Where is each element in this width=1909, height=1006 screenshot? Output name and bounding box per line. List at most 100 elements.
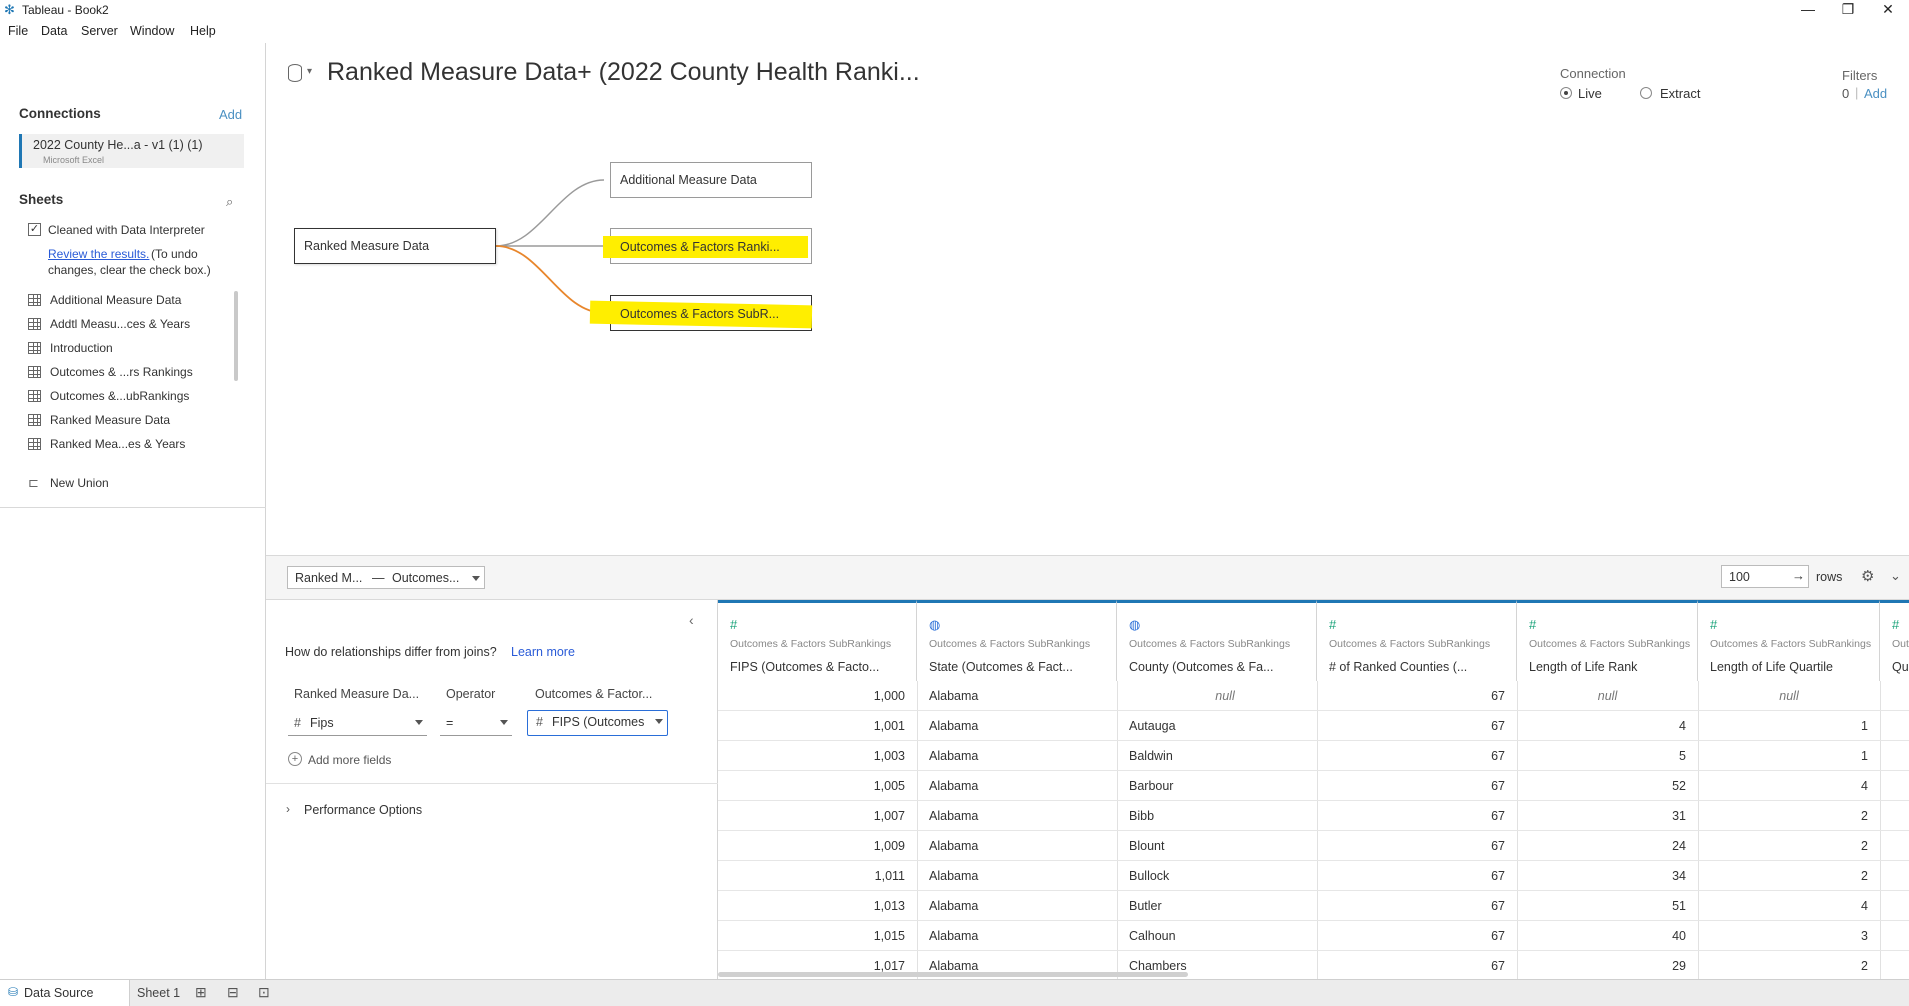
table-cell[interactable]: 67 [1317, 749, 1505, 763]
column-header[interactable]: # Outcomes & Factors SubRankings # of Ra… [1317, 600, 1517, 681]
operator-dropdown[interactable]: = [440, 712, 512, 736]
table-cell[interactable]: 5 [1517, 749, 1686, 763]
table-cell[interactable]: 67 [1317, 689, 1505, 703]
table-cell[interactable]: 67 [1317, 839, 1505, 853]
table-cell[interactable]: 4 [1698, 779, 1868, 793]
table-cell[interactable]: 67 [1317, 899, 1505, 913]
right-table-header: Outcomes & Factor... [535, 687, 653, 701]
table-cell[interactable]: 3 [1698, 929, 1868, 943]
table-cell[interactable]: 1,005 [718, 779, 905, 793]
table-cell[interactable]: Baldwin [1129, 749, 1173, 763]
new-story-icon[interactable]: ⊡ [258, 984, 270, 1001]
table-cell[interactable]: Alabama [929, 689, 978, 703]
chevron-right-icon[interactable]: › [286, 802, 290, 816]
table-cell[interactable]: 67 [1317, 929, 1505, 943]
number-icon: # [1529, 617, 1537, 632]
table-cell[interactable]: 1,009 [718, 839, 905, 853]
table-cell[interactable]: Alabama [929, 809, 978, 823]
table-cell[interactable]: Alabama [929, 839, 978, 853]
table-cell[interactable]: 1,011 [718, 869, 905, 883]
table-cell[interactable]: 29 [1517, 959, 1686, 973]
table-cell[interactable]: 24 [1517, 839, 1686, 853]
table-row: 1,000 Alabama null 67 null null [718, 681, 1909, 711]
left-field-dropdown[interactable]: # Fips [288, 712, 427, 736]
tab-data-source[interactable]: ⛁ Data Source [0, 980, 130, 1006]
table-cell[interactable]: 34 [1517, 869, 1686, 883]
relation-line-additional [495, 179, 605, 247]
column-header[interactable]: ◍ Outcomes & Factors SubRankings State (… [917, 600, 1117, 681]
column-header[interactable]: # Outcomes & Factors SubRankings Length … [1517, 600, 1698, 681]
horizontal-scrollbar[interactable] [718, 972, 1188, 977]
table-cell[interactable]: 67 [1317, 959, 1505, 973]
table-cell[interactable]: 51 [1517, 899, 1686, 913]
table-cell[interactable]: 2 [1698, 809, 1868, 823]
table-cell[interactable]: 2 [1698, 839, 1868, 853]
table-cell[interactable]: 4 [1517, 719, 1686, 733]
table-cell[interactable]: null [1517, 689, 1698, 703]
new-dashboard-icon[interactable]: ⊟ [227, 984, 239, 1001]
column-header[interactable]: ◍ Outcomes & Factors SubRankings County … [1117, 600, 1317, 681]
rows-input[interactable]: 100 → [1721, 565, 1809, 588]
add-circle-icon[interactable]: + [288, 752, 302, 766]
table-cell[interactable]: Alabama [929, 749, 978, 763]
table-cell[interactable]: Alabama [929, 869, 978, 883]
table-cell[interactable]: Bibb [1129, 809, 1154, 823]
table-cell[interactable]: 1,017 [718, 959, 905, 973]
table-cell[interactable]: Alabama [929, 959, 978, 973]
table-cell[interactable]: 40 [1517, 929, 1686, 943]
column-header[interactable]: # Out Qu [1880, 600, 1909, 681]
table-cell[interactable]: Alabama [929, 929, 978, 943]
table-cell[interactable]: 2 [1698, 959, 1868, 973]
table-cell[interactable]: Alabama [929, 719, 978, 733]
right-field-dropdown[interactable]: # FIPS (Outcomes [527, 710, 668, 736]
arrow-right-icon[interactable]: → [1792, 568, 1805, 583]
data-grid-toolbar [266, 555, 1909, 600]
gear-icon[interactable]: ⚙ [1861, 567, 1874, 585]
table-cell[interactable]: 67 [1317, 779, 1505, 793]
table-cell[interactable]: 31 [1517, 809, 1686, 823]
relationship-lines [495, 179, 605, 314]
primary-table-node[interactable]: Ranked Measure Data [294, 228, 496, 264]
table-cell[interactable]: 1,000 [718, 689, 905, 703]
table-cell[interactable]: Alabama [929, 899, 978, 913]
table-cell[interactable]: 1,007 [718, 809, 905, 823]
learn-more-link[interactable]: Learn more [511, 645, 575, 659]
table-cell[interactable]: 67 [1317, 719, 1505, 733]
table-cell[interactable]: 4 [1698, 899, 1868, 913]
operator-value: = [446, 716, 454, 730]
table-cell[interactable]: 67 [1317, 869, 1505, 883]
new-worksheet-icon[interactable]: ⊞ [195, 984, 207, 1001]
table-cell[interactable]: 1 [1698, 719, 1868, 733]
table-cell[interactable]: 1,013 [718, 899, 905, 913]
tab-sheet1[interactable]: Sheet 1 [137, 986, 180, 1000]
chevron-down-icon[interactable]: ⌄ [1890, 568, 1901, 584]
table-cell[interactable]: 1 [1698, 749, 1868, 763]
collapse-panel-icon[interactable]: ‹ [689, 612, 694, 628]
table-cell[interactable]: Butler [1129, 899, 1162, 913]
table-cell[interactable]: Alabama [929, 779, 978, 793]
table-selector-dropdown[interactable]: Ranked M... — Outcomes... [287, 566, 485, 589]
column-field: Qu [1892, 660, 1909, 674]
table-cell[interactable]: Autauga [1129, 719, 1176, 733]
performance-options-toggle[interactable]: Performance Options [304, 803, 422, 817]
related-table-node-additional[interactable]: Additional Measure Data [610, 162, 812, 198]
table-cell[interactable]: Bullock [1129, 869, 1169, 883]
table-cell[interactable]: 1,001 [718, 719, 905, 733]
table-cell[interactable]: null [1129, 689, 1321, 703]
table-cell[interactable]: 2 [1698, 869, 1868, 883]
table-cell[interactable]: Chambers [1129, 959, 1187, 973]
table-cell[interactable]: 1,015 [718, 929, 905, 943]
table-cell[interactable]: null [1698, 689, 1880, 703]
primary-table-label: Ranked Measure Data [304, 239, 430, 253]
column-header[interactable]: # Outcomes & Factors SubRankings Length … [1698, 600, 1880, 681]
table-cell[interactable]: 1,003 [718, 749, 905, 763]
table-cell[interactable]: Blount [1129, 839, 1164, 853]
table-cell[interactable]: Calhoun [1129, 929, 1176, 943]
table-cell[interactable]: 52 [1517, 779, 1686, 793]
add-more-fields-link[interactable]: Add more fields [308, 753, 391, 767]
table-selector-left: Ranked M... [295, 571, 363, 585]
table-cell[interactable]: Barbour [1129, 779, 1173, 793]
column-header[interactable]: # Outcomes & Factors SubRankings FIPS (O… [718, 600, 917, 681]
table-cell[interactable]: 67 [1317, 809, 1505, 823]
table-row: 1,009 Alabama Blount 67 24 2 [718, 831, 1909, 861]
